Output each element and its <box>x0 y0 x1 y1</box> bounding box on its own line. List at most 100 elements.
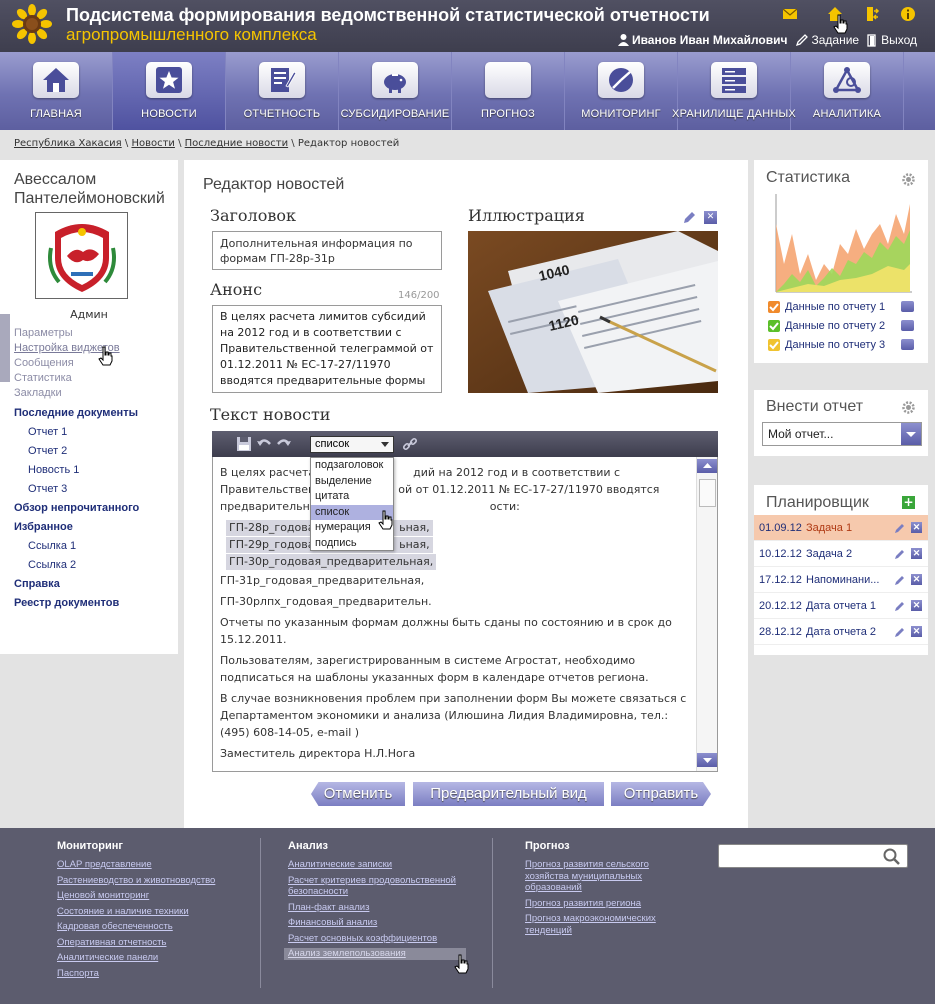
planner-row[interactable]: 17.12.12 Напоминани... ✕ <box>754 567 928 593</box>
menu-link-messages[interactable]: Сообщения <box>14 356 176 371</box>
nav-item-forecast[interactable]: ПРОГНОЗ <box>452 52 565 130</box>
pencil-icon[interactable] <box>894 626 906 638</box>
pencil-icon[interactable] <box>894 574 906 586</box>
breadcrumb-link[interactable]: Последние новости <box>185 138 288 149</box>
search-input[interactable] <box>718 844 908 868</box>
dropdown-option[interactable]: выделение <box>311 474 393 490</box>
redo-icon[interactable] <box>276 436 292 452</box>
footer-link[interactable]: Прогноз развития региона <box>525 898 685 910</box>
report-select[interactable]: Мой отчет... <box>762 422 922 446</box>
favorite-link[interactable]: Ссылка 2 <box>14 556 176 575</box>
vertical-scrollbar[interactable] <box>696 457 717 771</box>
menu-link-bookmarks[interactable]: Закладки <box>14 386 176 401</box>
footer-link[interactable]: Состояние и наличие техники <box>57 906 247 918</box>
link-icon[interactable] <box>402 436 418 452</box>
footer-link[interactable]: Растениеводство и животноводство <box>57 875 247 887</box>
footer-link[interactable]: Прогноз макроэкономических тенденций <box>525 913 685 936</box>
footer-link[interactable]: Кадровая обеспеченность <box>57 921 247 933</box>
editor-content[interactable]: В целях расчета дий на 2012 год и в соотв… <box>220 464 692 766</box>
recent-doc-link[interactable]: Отчет 3 <box>14 480 176 499</box>
preview-button[interactable]: Предварительный вид <box>413 782 604 806</box>
add-icon[interactable]: + <box>902 496 915 509</box>
transfer-icon[interactable] <box>864 6 880 22</box>
footer-link[interactable]: План-факт анализ <box>288 902 468 914</box>
eye-icon[interactable] <box>901 339 914 350</box>
legend-row[interactable]: Данные по отчету 2 <box>768 316 914 335</box>
planner-row[interactable]: 20.12.12 Дата отчета 1 ✕ <box>754 593 928 619</box>
footer-link[interactable]: Ценовой мониторинг <box>57 890 247 902</box>
footer-link[interactable]: Расчет критериев продовольственной безоп… <box>288 875 468 898</box>
nav-item-reporting[interactable]: ОТЧЕТНОСТЬ <box>226 52 339 130</box>
dropdown-option[interactable]: подзаголовок <box>311 458 393 474</box>
scroll-down-button[interactable] <box>697 753 717 767</box>
news-text-editor[interactable]: В целях расчета дий на 2012 год и в соотв… <box>212 457 718 772</box>
section-unread[interactable]: Обзор непрочитанного <box>14 499 176 518</box>
close-icon[interactable]: ✕ <box>911 548 922 559</box>
favorite-link[interactable]: Ссылка 1 <box>14 537 176 556</box>
nav-item-news[interactable]: НОВОСТИ <box>113 52 226 130</box>
eye-icon[interactable] <box>901 320 914 331</box>
section-favorites[interactable]: Избранное <box>14 518 176 537</box>
announce-textarea[interactable]: В целях расчета лимитов субсидий на 2012… <box>212 305 442 393</box>
pencil-icon[interactable] <box>894 522 906 534</box>
legend-row[interactable]: Данные по отчету 1 <box>768 297 914 316</box>
nav-item-subsidies[interactable]: СУБСИДИРОВАНИЕ <box>339 52 452 130</box>
planner-row[interactable]: 28.12.12 Дата отчета 2 ✕ <box>754 619 928 645</box>
pencil-icon[interactable] <box>894 548 906 560</box>
paragraph-style-select[interactable]: список <box>310 436 394 453</box>
info-icon[interactable] <box>900 6 916 22</box>
close-icon[interactable]: ✕ <box>911 600 922 611</box>
section-recent-docs[interactable]: Последние документы <box>14 404 176 423</box>
heading-input[interactable]: Дополнительная информация по формам ГП-2… <box>212 231 442 270</box>
footer-link[interactable]: Паспорта <box>57 968 247 980</box>
checkbox-checked[interactable] <box>768 338 780 351</box>
undo-icon[interactable] <box>256 436 272 452</box>
checkbox-checked[interactable] <box>768 319 780 332</box>
logout-link[interactable]: Выход <box>867 33 917 47</box>
envelope-icon[interactable] <box>782 6 798 22</box>
gear-icon[interactable] <box>902 401 915 414</box>
search-icon[interactable] <box>883 848 901 866</box>
dropdown-option[interactable]: подпись <box>311 536 393 552</box>
legend-row[interactable]: Данные по отчету 3 <box>768 335 914 354</box>
breadcrumb-link[interactable]: Республика Хакасия <box>14 138 122 149</box>
save-icon[interactable] <box>236 436 252 452</box>
planner-row[interactable]: 10.12.12 Задача 2 ✕ <box>754 541 928 567</box>
footer-link[interactable]: Расчет основных коэффициентов <box>288 933 468 945</box>
nav-item-monitoring[interactable]: МОНИТОРИНГ <box>565 52 678 130</box>
user-profile[interactable]: Иванов Иван Михайлович <box>617 33 787 47</box>
planner-row[interactable]: 01.09.12 Задача 1 ✕ <box>754 515 928 541</box>
checkbox-checked[interactable] <box>768 300 780 313</box>
panel-toggle-handle[interactable] <box>0 314 10 382</box>
breadcrumb-link[interactable]: Новости <box>131 138 174 149</box>
close-icon[interactable]: ✕ <box>911 626 922 637</box>
recent-doc-link[interactable]: Отчет 2 <box>14 442 176 461</box>
footer-link[interactable]: Финансовый анализ <box>288 917 468 929</box>
scroll-up-button[interactable] <box>697 459 717 473</box>
close-icon[interactable]: ✕ <box>911 522 922 533</box>
section-help[interactable]: Справка <box>14 575 176 594</box>
footer-link[interactable]: Аналитические панели <box>57 952 247 964</box>
dropdown-option[interactable]: цитата <box>311 489 393 505</box>
close-icon[interactable]: ✕ <box>704 211 717 224</box>
close-icon[interactable]: ✕ <box>911 574 922 585</box>
recent-doc-link[interactable]: Отчет 1 <box>14 423 176 442</box>
nav-item-analytics[interactable]: АНАЛИТИКА <box>791 52 904 130</box>
footer-link[interactable]: Аналитические записки <box>288 859 468 871</box>
section-registry[interactable]: Реестр документов <box>14 594 176 613</box>
gear-icon[interactable] <box>902 173 915 186</box>
footer-link[interactable]: Прогноз развития сельского хозяйства мун… <box>525 859 685 894</box>
send-button[interactable]: Отправить <box>611 782 711 806</box>
footer-link[interactable]: OLAP представление <box>57 859 247 871</box>
pencil-icon[interactable] <box>683 211 696 224</box>
scroll-thumb[interactable] <box>699 479 716 507</box>
chevron-down-icon[interactable] <box>901 423 921 445</box>
nav-item-data-storage[interactable]: ХРАНИЛИЩЕ ДАННЫХ <box>672 52 796 130</box>
task-link[interactable]: Задание <box>795 33 859 47</box>
cancel-button[interactable]: Отменить <box>311 782 405 806</box>
menu-link-widget-settings[interactable]: Настройка виджетов <box>14 341 176 356</box>
pencil-icon[interactable] <box>894 600 906 612</box>
footer-link[interactable]: Оперативная отчетность <box>57 937 247 949</box>
eye-icon[interactable] <box>901 301 914 312</box>
menu-link-parameters[interactable]: Параметры <box>14 326 176 341</box>
